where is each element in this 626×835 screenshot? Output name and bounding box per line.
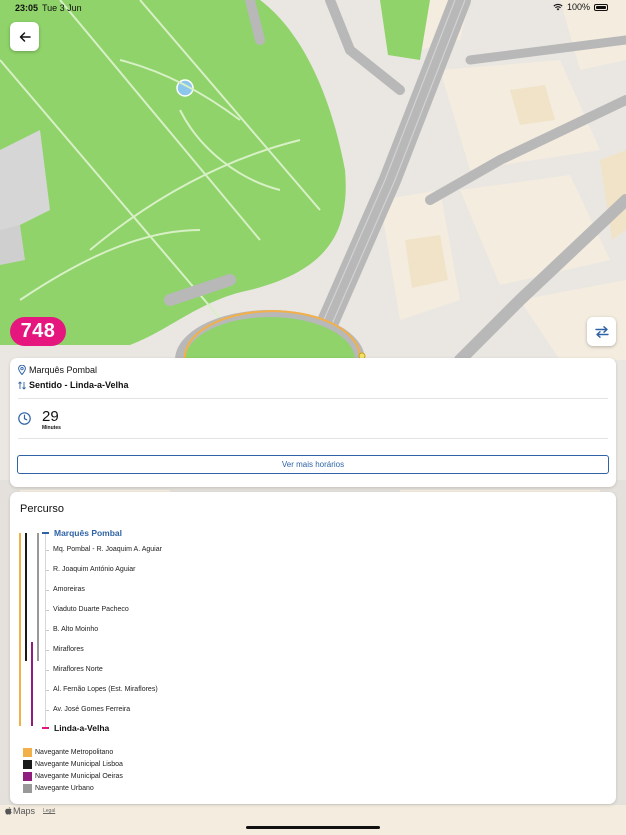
battery-percent: 100% [566,2,590,12]
stop-item[interactable]: B. Alto Moinho [53,626,98,633]
stop-tick [46,570,49,571]
direction-label: Sentido - Linda-a-Velha [29,380,129,390]
card-divider [18,438,608,439]
swap-direction-button[interactable] [587,317,616,346]
back-button[interactable] [10,22,39,51]
home-indicator[interactable] [246,826,380,829]
legend-swatch [23,748,32,757]
status-right: 100% [553,2,608,12]
battery-icon [594,3,608,11]
destination-marker [42,727,49,729]
stop-tick [46,590,49,591]
maps-attribution: Maps [5,806,35,816]
legend-swatch [23,760,32,769]
status-time: 23:05 [15,3,39,13]
direction-arrows-icon [18,380,26,390]
swap-direction-icon [594,325,609,338]
stop-item[interactable]: Viaduto Duarte Pacheco [53,606,129,613]
stop-row: Marquês Pombal [18,365,97,375]
stop-name: Marquês Pombal [29,365,98,375]
legal-link[interactable]: Legal [43,808,55,814]
legend-label: Navegante Municipal Lisboa [35,761,123,768]
status-bar: 23:05 Tue 3 Jun 100% [0,0,626,16]
direction-row: Sentido - Linda-a-Velha [18,380,129,390]
clock-icon [18,412,31,425]
status-date: Tue 3 Jun [42,3,82,13]
more-times-button[interactable]: Ver mais horários [17,455,609,474]
route-card: Percurso Marquês Pombal Mq. Pombal - R. … [10,492,616,804]
stop-tick [46,690,49,691]
card-divider [18,398,608,399]
stop-tick [46,650,49,651]
origin-marker [42,532,49,534]
fare-bar-oeiras [31,642,33,726]
stop-item[interactable]: Miraflores Norte [53,666,103,673]
legend-swatch [23,772,32,781]
legend-item: Navegante Municipal Oeiras [23,772,123,781]
stop-tick [46,670,49,671]
origin-stop[interactable]: Marquês Pombal [54,528,122,538]
location-pin-icon [18,365,26,375]
stop-info-card: Marquês Pombal Sentido - Linda-a-Velha 2… [10,358,616,487]
fare-bar-metropolitano [19,533,21,726]
legend-item: Navegante Metropolitano [23,748,113,757]
back-arrow-icon [19,31,31,42]
fare-bar-lisboa [25,533,27,661]
stop-item[interactable]: Miraflores [53,646,84,653]
minutes-label: Minutes [42,425,61,431]
stop-item[interactable]: Amoreiras [53,586,85,593]
legend-label: Navegante Urbano [35,785,94,792]
legend-item: Navegante Urbano [23,784,94,793]
apple-logo-icon [5,807,12,815]
legend-item: Navegante Municipal Lisboa [23,760,123,769]
legend-swatch [23,784,32,793]
maps-label: Maps [13,806,36,816]
minutes-value: 29 [42,408,59,425]
destination-stop[interactable]: Linda-a-Velha [54,723,109,733]
stop-item[interactable]: Mq. Pombal - R. Joaquim A. Aguiar [53,546,162,553]
stop-tick [46,630,49,631]
legend-label: Navegante Metropolitano [35,749,114,756]
stop-tick [46,610,49,611]
route-title: Percurso [20,503,65,515]
legend-label: Navegante Municipal Oeiras [35,773,123,780]
fare-bar-urbano [37,533,39,661]
route-number-badge: 748 [10,317,66,346]
wifi-icon [553,4,563,11]
stop-item[interactable]: Av. José Gomes Ferreira [53,706,130,713]
stop-tick [46,710,49,711]
stop-tick [46,550,49,551]
stop-item[interactable]: Al. Fernão Lopes (Est. Miraflores) [53,686,158,693]
stop-item[interactable]: R. Joaquim António Aguiar [53,566,136,573]
